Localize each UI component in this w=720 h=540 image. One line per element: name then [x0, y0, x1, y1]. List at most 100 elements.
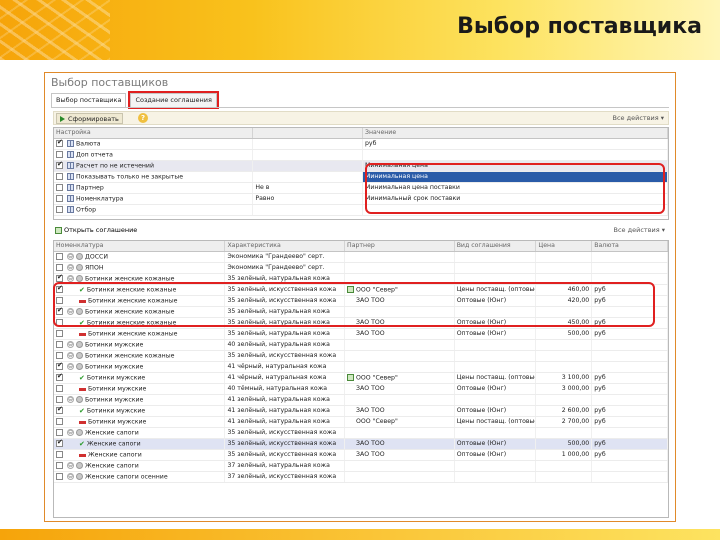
expand-icon[interactable]: ⊖ — [67, 264, 74, 271]
row-checkbox[interactable] — [56, 264, 63, 271]
table-row[interactable]: ⊖ Ботинки мужские 41 чёрный, натуральная к… — [54, 362, 668, 373]
row-checkbox[interactable] — [56, 297, 63, 304]
table-row[interactable]: Ботинки мужские 41 зелёный, натуральная к… — [54, 417, 668, 428]
expand-icon[interactable]: ⊖ — [67, 462, 74, 469]
expand-icon[interactable]: ⊖ — [67, 363, 74, 370]
row-checkbox[interactable] — [56, 274, 63, 282]
currency-cell: руб — [592, 329, 668, 339]
characteristic-cell: 40 тёмный, натуральная кожа — [225, 384, 346, 394]
table-row[interactable]: ⊖ Женские сапоги 35 зелёный, искусственная… — [54, 428, 668, 439]
table-row[interactable]: ✔Ботинки мужские41 зелёный, натуральная … — [54, 406, 668, 417]
setting-checkbox[interactable] — [56, 139, 63, 147]
check-icon: ✔ — [79, 407, 85, 415]
table-row[interactable]: ⊖ Ботинки мужские 41 зелёный, натуральная … — [54, 395, 668, 406]
settings-row[interactable]: Отбор — [54, 205, 668, 216]
setting-value[interactable]: Минимальная цена — [363, 161, 668, 171]
partner-label: ЗАО ТОО — [356, 330, 385, 337]
setting-checkbox[interactable] — [56, 173, 63, 180]
row-checkbox[interactable] — [56, 319, 63, 326]
row-checkbox[interactable] — [56, 473, 63, 480]
table-row[interactable]: ✔Ботинки женские кожаные35 зелёный, иску… — [54, 285, 668, 296]
nomenclature-label: Ботинки женские кожаные — [85, 352, 175, 360]
agreement-icon — [347, 374, 355, 381]
table-row[interactable]: Ботинки мужские 40 тёмный, натуральная ко… — [54, 384, 668, 395]
setting-value[interactable]: руб — [363, 139, 668, 149]
row-checkbox[interactable] — [56, 330, 63, 337]
row-checkbox[interactable] — [56, 429, 63, 436]
expand-icon[interactable]: ⊖ — [67, 341, 74, 348]
row-checkbox[interactable] — [56, 418, 63, 425]
table-row[interactable]: ✔ Ботинки женские кожаные 35 зелёный, нату… — [54, 318, 668, 329]
setting-checkbox[interactable] — [56, 184, 63, 191]
expand-icon[interactable]: ⊖ — [67, 308, 74, 315]
table-row[interactable]: ✔Ботинки мужские41 чёрный, натуральная к… — [54, 373, 668, 384]
all-actions-menu[interactable]: Все действия ▾ — [613, 114, 664, 122]
setting-checkbox[interactable] — [56, 195, 63, 202]
table-row[interactable]: ⊖ ЯПОН Экономика "Грандеево" серт. — [54, 263, 668, 274]
settings-row[interactable]: Расчет по не истечений Минимальная цена — [54, 161, 668, 172]
setting-checkbox[interactable] — [56, 206, 63, 213]
expand-icon[interactable]: ⊖ — [67, 429, 74, 436]
table-row[interactable]: ✔Женские сапоги35 зелёный, искусственная… — [54, 439, 668, 450]
nomenclature-label: Женские сапоги осенние — [85, 473, 168, 481]
table-row[interactable]: Ботинки женские кожаные 35 зелёный, искус… — [54, 296, 668, 307]
row-checkbox[interactable] — [56, 285, 63, 293]
setting-checkbox[interactable] — [56, 161, 63, 169]
agreement-type-cell: Оптовые (Юнг) — [455, 318, 537, 328]
setting-value[interactable]: Минимальная цена — [363, 172, 668, 182]
table-row[interactable]: Ботинки женские кожаные 35 зелёный, натур… — [54, 329, 668, 340]
settings-row[interactable]: Валюта руб — [54, 139, 668, 150]
table-row[interactable]: ⊖ Ботинки мужские 40 зелёный, натуральная … — [54, 340, 668, 351]
table-icon — [67, 151, 74, 158]
table-row[interactable]: ⊖ Ботинки женские кожаные 35 зелёный, нату… — [54, 307, 668, 318]
row-checkbox[interactable] — [56, 462, 63, 469]
row-checkbox[interactable] — [56, 396, 63, 403]
table-row[interactable]: ⊖ Ботинки женские кожаные 35 зелёный, нату… — [54, 274, 668, 285]
setting-value[interactable]: Минимальная цена поставки — [363, 183, 668, 193]
table-row[interactable]: ⊖ ДОССИ Экономика "Грандеево" серт. — [54, 252, 668, 263]
characteristic-cell: 40 зелёный, натуральная кожа — [225, 340, 346, 350]
characteristic-cell: 41 зелёный, натуральная кожа — [225, 417, 346, 427]
open-agreement-button[interactable]: Открыть соглашение — [55, 226, 137, 234]
setting-value[interactable] — [363, 150, 668, 160]
item-icon — [76, 352, 83, 359]
nomenclature-label: Ботинки мужские — [85, 341, 144, 349]
row-checkbox[interactable] — [56, 451, 63, 458]
row-checkbox[interactable] — [56, 373, 63, 381]
table-row[interactable]: ⊖ Женские сапоги осенние 37 зелёный, искус… — [54, 472, 668, 483]
row-checkbox[interactable] — [56, 253, 63, 260]
help-icon[interactable]: ? — [138, 113, 148, 123]
col-agreement-type: Вид соглашения — [455, 241, 537, 251]
row-checkbox[interactable] — [56, 406, 63, 414]
table-row[interactable]: Женские сапоги 35 зелёный, искусственная … — [54, 450, 668, 461]
expand-icon[interactable]: ⊖ — [67, 275, 74, 282]
settings-row[interactable]: Номенклатура Равно Минимальный срок постав… — [54, 194, 668, 205]
characteristic-cell: 35 зелёный, искусственная кожа — [225, 439, 346, 449]
results-actions-menu[interactable]: Все действия ▾ — [614, 226, 665, 234]
row-checkbox[interactable] — [56, 385, 63, 392]
setting-label: Номенклатура — [76, 195, 124, 203]
generate-button[interactable]: Сформировать — [56, 113, 123, 124]
setting-checkbox[interactable] — [56, 151, 63, 158]
currency-cell: руб — [592, 406, 668, 416]
expand-icon[interactable]: ⊖ — [67, 396, 74, 403]
table-row[interactable]: ⊖ Ботинки женские кожаные 35 зелёный, иску… — [54, 351, 668, 362]
row-checkbox[interactable] — [56, 307, 63, 315]
row-checkbox[interactable] — [56, 341, 63, 348]
settings-row[interactable]: Показывать только не закрытые Минимальная… — [54, 172, 668, 183]
table-icon — [67, 162, 74, 169]
settings-row[interactable]: Партнер Не в Минимальная цена поставки — [54, 183, 668, 194]
expand-icon[interactable]: ⊖ — [67, 352, 74, 359]
item-icon — [76, 429, 83, 436]
setting-value[interactable] — [363, 205, 668, 215]
expand-icon[interactable]: ⊖ — [67, 253, 74, 260]
row-checkbox[interactable] — [56, 439, 63, 447]
row-checkbox[interactable] — [56, 352, 63, 359]
tab-create-agreement[interactable]: Создание соглашения — [128, 91, 219, 109]
setting-value[interactable]: Минимальный срок поставки — [363, 194, 668, 204]
row-checkbox[interactable] — [56, 362, 63, 370]
expand-icon[interactable]: ⊖ — [67, 473, 74, 480]
table-row[interactable]: ⊖ Женские сапоги 37 зелёный, натуральная к… — [54, 461, 668, 472]
settings-row[interactable]: Доп отчета — [54, 150, 668, 161]
tab-supplier-selection[interactable]: Выбор поставщика — [51, 93, 127, 107]
